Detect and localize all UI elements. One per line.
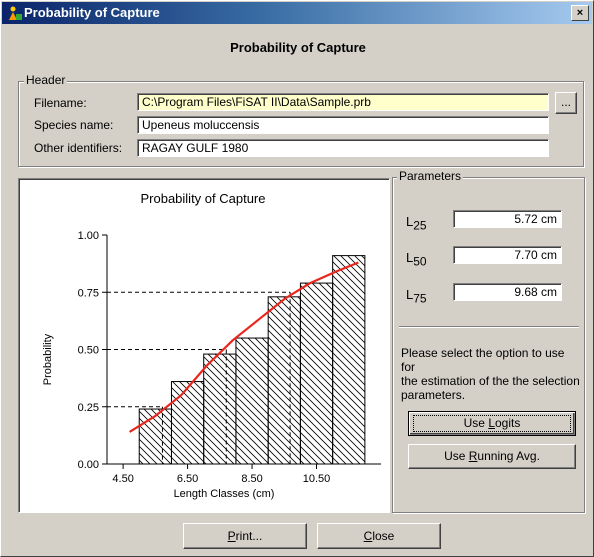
y-tick-label-4: 1.00: [78, 230, 99, 242]
l25-label: L25: [406, 214, 427, 233]
parameters-group-legend: Parameters: [397, 169, 464, 183]
parameters-separator: [399, 326, 579, 328]
header-group-legend: Header: [24, 73, 68, 87]
species-field[interactable]: Upeneus moluccensis: [137, 116, 549, 134]
histogram-bar-2: [203, 353, 237, 465]
y-tick-label-0: 0.00: [78, 459, 99, 471]
histogram-bar-1: [170, 381, 205, 465]
parameter-row-l75: L75 9.68 cm: [406, 283, 566, 306]
chart-panel: Probability of Capture 0.00 0.25 0.50 0.75 1.…: [18, 178, 390, 513]
y-tick-label-2: 0.50: [78, 345, 99, 357]
print-button[interactable]: Print...: [183, 523, 307, 549]
probability-of-capture-window: Probability of Capture × Probability of …: [0, 0, 594, 557]
window-title: Probability of Capture: [24, 5, 160, 20]
histogram-bar-4: [267, 296, 301, 465]
x-axis-label: Length Classes (cm): [174, 488, 275, 500]
l50-value-field[interactable]: 7.70 cm: [453, 246, 562, 264]
y-tick-label-1: 0.25: [78, 402, 99, 414]
y-axis-label: Probability: [42, 333, 54, 385]
histogram-bar-6: [332, 255, 366, 465]
species-label: Species name:: [34, 118, 114, 132]
histogram-bar-3: [235, 337, 269, 465]
parameter-row-l50: L50 7.70 cm: [406, 246, 566, 269]
chart-title: Probability of Capture: [140, 191, 265, 206]
l75-label: L75: [406, 287, 427, 306]
filename-field[interactable]: C:\Program Files\FiSAT II\Data\Sample.pr…: [137, 93, 549, 111]
l75-value-field[interactable]: 9.68 cm: [453, 283, 562, 301]
close-button[interactable]: Close: [317, 523, 441, 549]
x-tick-label-0: 4.50: [112, 473, 133, 485]
histogram-bar-0: [138, 408, 172, 465]
browse-button[interactable]: ...: [555, 92, 577, 114]
fisat-app-icon: [9, 6, 22, 20]
y-tick-label-3: 0.75: [78, 287, 99, 299]
other-identifiers-field[interactable]: RAGAY GULF 1980: [137, 139, 549, 157]
use-logits-button[interactable]: Use Logits: [408, 411, 576, 436]
histogram-bar-5: [299, 282, 334, 465]
selection-info-text: Please select the option to use for the …: [401, 346, 580, 402]
focus-indicator: [413, 415, 571, 432]
x-tick-label-3: 10.50: [303, 473, 331, 485]
parameter-row-l25: L25 5.72 cm: [406, 210, 566, 233]
title-bar[interactable]: Probability of Capture ×: [2, 2, 592, 24]
x-tick-label-2: 8.50: [241, 473, 262, 485]
close-window-icon[interactable]: ×: [571, 5, 589, 21]
use-running-avg-button[interactable]: Use Running Avg.: [408, 444, 576, 469]
l25-value-field[interactable]: 5.72 cm: [453, 210, 562, 228]
other-identifiers-label: Other identifiers:: [34, 141, 123, 155]
probability-chart: Probability of Capture 0.00 0.25 0.50 0.75 1.…: [42, 191, 381, 500]
l50-label: L50: [406, 250, 427, 269]
filename-label: Filename:: [34, 96, 87, 110]
x-tick-label-1: 6.50: [177, 473, 198, 485]
dialog-heading: Probability of Capture: [230, 40, 366, 55]
